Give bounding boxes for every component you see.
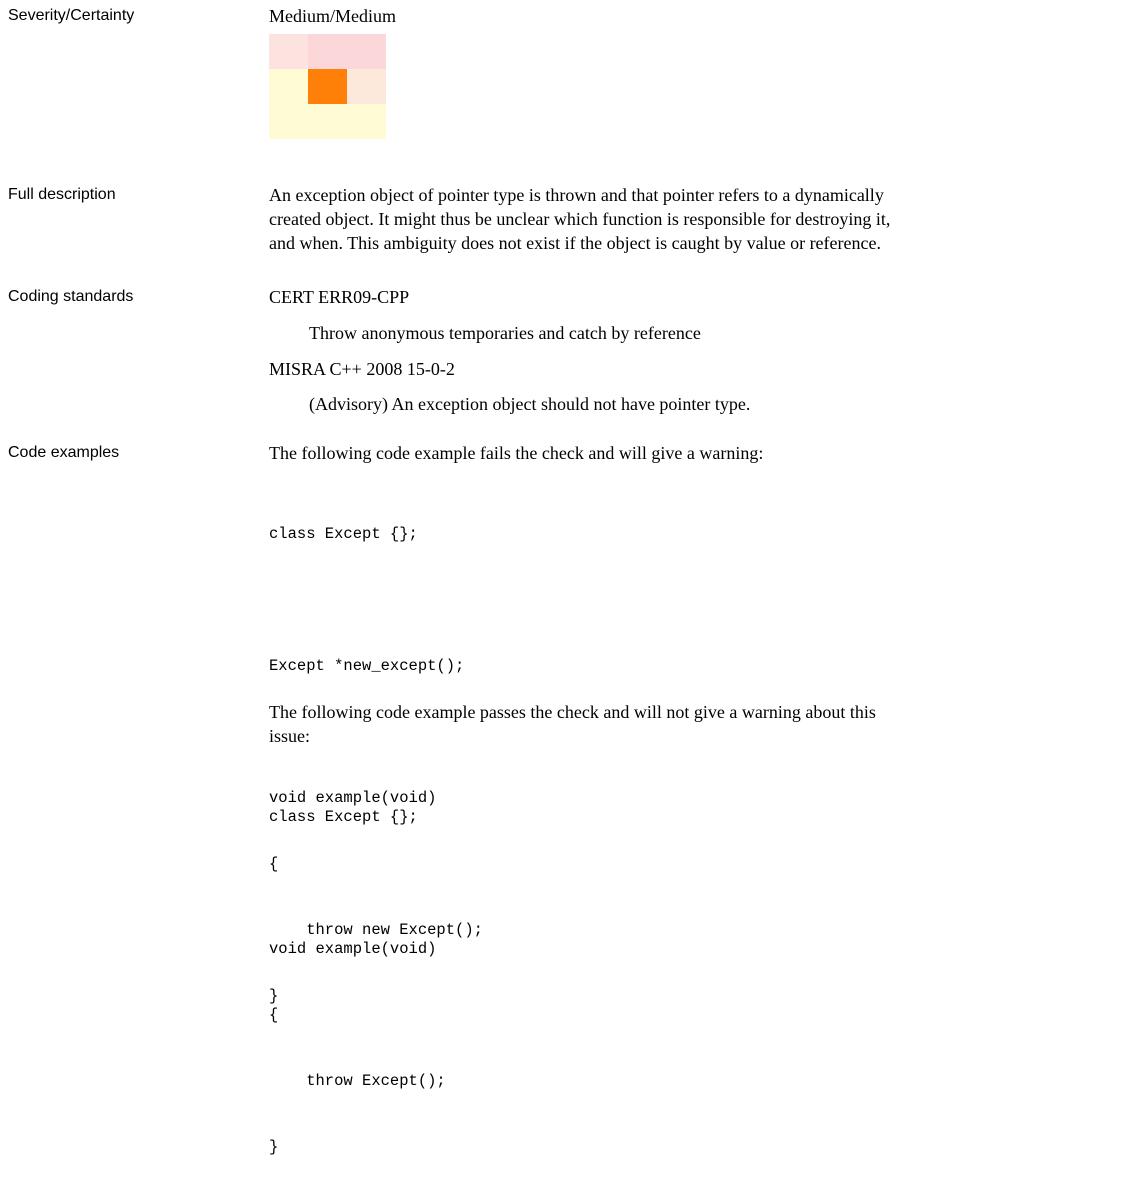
pass-intro-line: The following code example passes the ch… (269, 702, 876, 722)
severity-certainty-label: Severity/Certainty (8, 7, 135, 24)
standard-name: CERT ERR09-CPP (269, 287, 410, 307)
full-description-label: Full description (8, 186, 116, 203)
grid-cell-2-2 (347, 104, 386, 139)
code-examples-label: Code examples (8, 444, 120, 461)
pass-example-intro: The following code example passes the ch… (269, 700, 1109, 748)
standard-description: (Advisory) An exception object should no… (309, 394, 751, 414)
grid-cell-0-1 (308, 34, 347, 69)
full-description-line: An exception object of pointer type is t… (269, 185, 884, 205)
code-line: } (269, 1138, 279, 1156)
grid-cell-0-2 (347, 34, 386, 69)
grid-cell-2-1 (308, 104, 347, 139)
severity-certainty-grid (269, 34, 386, 139)
code-line: class Except {}; (269, 525, 418, 543)
code-line: void example(void) (269, 940, 437, 958)
pass-intro-line: issue: (269, 726, 311, 746)
full-description-line: created object. It might thus be unclear… (269, 209, 891, 229)
fail-example-intro: The following code example fails the che… (269, 443, 764, 463)
full-description-line: and when. This ambiguity does not exist … (269, 233, 881, 253)
standard-name: MISRA C++ 2008 15-0-2 (269, 359, 455, 379)
code-line: throw Except(); (269, 1072, 446, 1090)
grid-cell-1-2 (347, 69, 386, 104)
code-line: Except *new_except(); (269, 657, 465, 675)
full-description-text: An exception object of pointer type is t… (269, 183, 1109, 255)
pass-code-block: class Except {}; void example(void) { th… (269, 762, 446, 1180)
grid-cell-2-0 (269, 104, 308, 139)
grid-cell-1-0 (269, 69, 308, 104)
grid-cell-0-0 (269, 34, 308, 69)
code-line: class Except {}; (269, 808, 418, 826)
grid-cell-1-1-selected (308, 69, 347, 104)
coding-standards-label: Coding standards (8, 288, 134, 305)
code-line: { (269, 1006, 279, 1024)
severity-certainty-value: Medium/Medium (269, 6, 396, 26)
standard-description: Throw anonymous temporaries and catch by… (309, 323, 701, 343)
